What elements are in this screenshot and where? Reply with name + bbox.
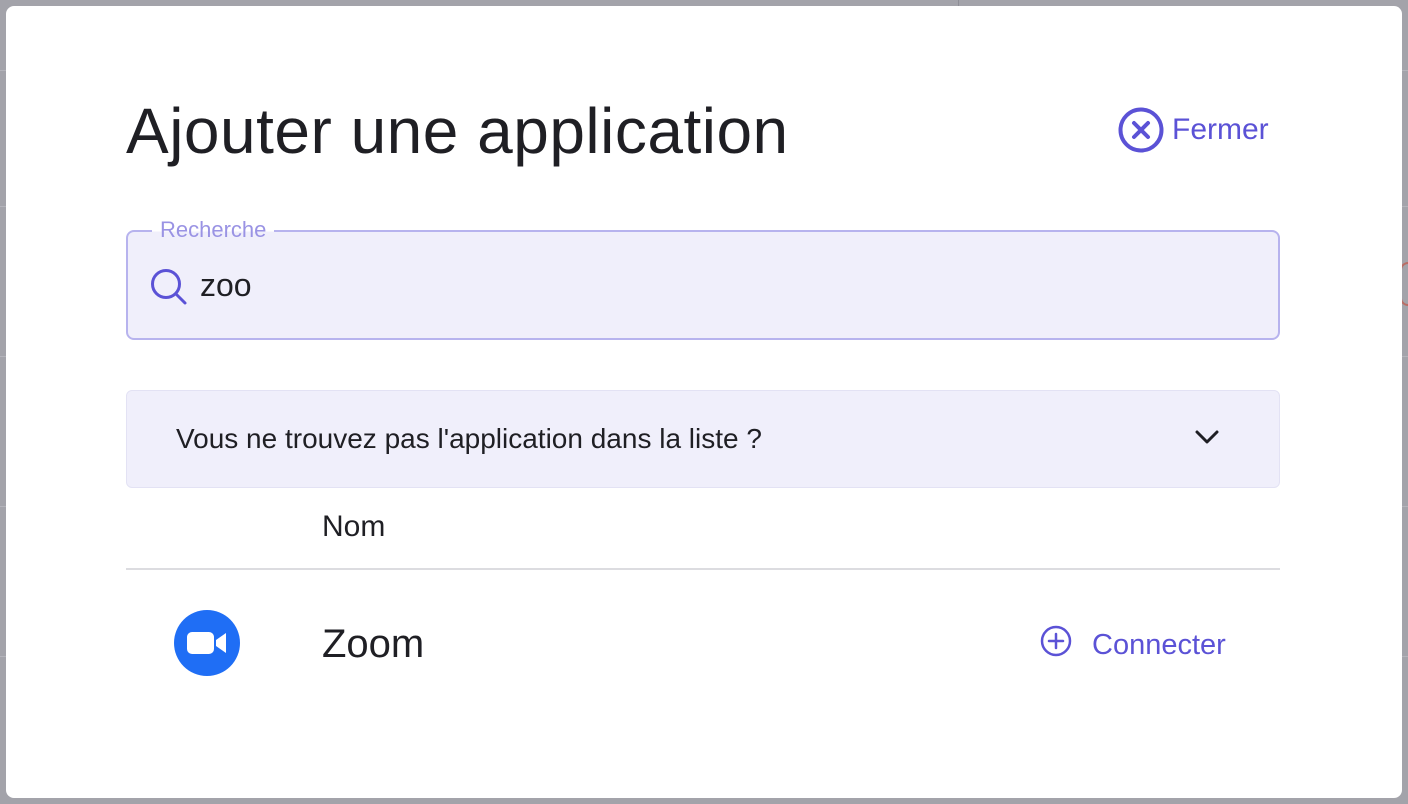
search-label: Recherche — [152, 217, 275, 243]
plus-circle-icon — [1040, 625, 1072, 665]
search-field[interactable]: Recherche — [126, 217, 1280, 340]
search-icon — [150, 268, 188, 311]
app-name: Zoom — [322, 622, 425, 666]
connect-button[interactable]: Connecter — [1040, 625, 1226, 661]
add-application-dialog: Ajouter une application Fermer Recherche… — [6, 6, 1402, 798]
chevron-down-icon — [1195, 429, 1219, 450]
column-header-name: Nom — [322, 510, 386, 543]
connect-label: Connecter — [1092, 628, 1226, 661]
missing-app-label: Vous ne trouvez pas l'application dans l… — [176, 423, 762, 454]
zoom-video-icon — [174, 610, 240, 676]
close-button[interactable]: Fermer — [1118, 106, 1269, 154]
search-input[interactable] — [200, 262, 1240, 308]
missing-app-accordion[interactable]: Vous ne trouvez pas l'application dans l… — [126, 390, 1280, 488]
close-label: Fermer — [1172, 113, 1269, 146]
close-circle-icon — [1118, 107, 1164, 153]
dialog-title: Ajouter une application — [126, 95, 789, 167]
table-row: Zoom Connecter — [126, 570, 1280, 720]
